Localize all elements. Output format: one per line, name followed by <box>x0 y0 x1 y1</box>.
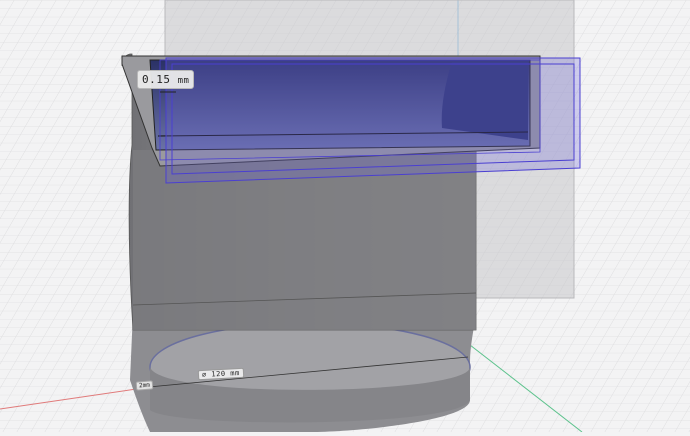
diameter-unit: mm <box>230 369 240 378</box>
offset-dimension-label[interactable]: 0.15 mm <box>137 70 195 89</box>
small-dimension-label[interactable]: 2mm <box>135 380 154 391</box>
offset-unit: mm <box>177 76 190 86</box>
small-unit: mm <box>142 381 151 390</box>
selection-outline-outer[interactable] <box>165 57 581 184</box>
3d-viewport[interactable]: 0.15 mm ⌀ 120 mm 2mm <box>0 0 690 433</box>
viewport-canvas[interactable] <box>0 0 690 433</box>
offset-value: 0.15 <box>142 73 171 86</box>
diameter-value: ⌀ 120 <box>201 369 226 379</box>
